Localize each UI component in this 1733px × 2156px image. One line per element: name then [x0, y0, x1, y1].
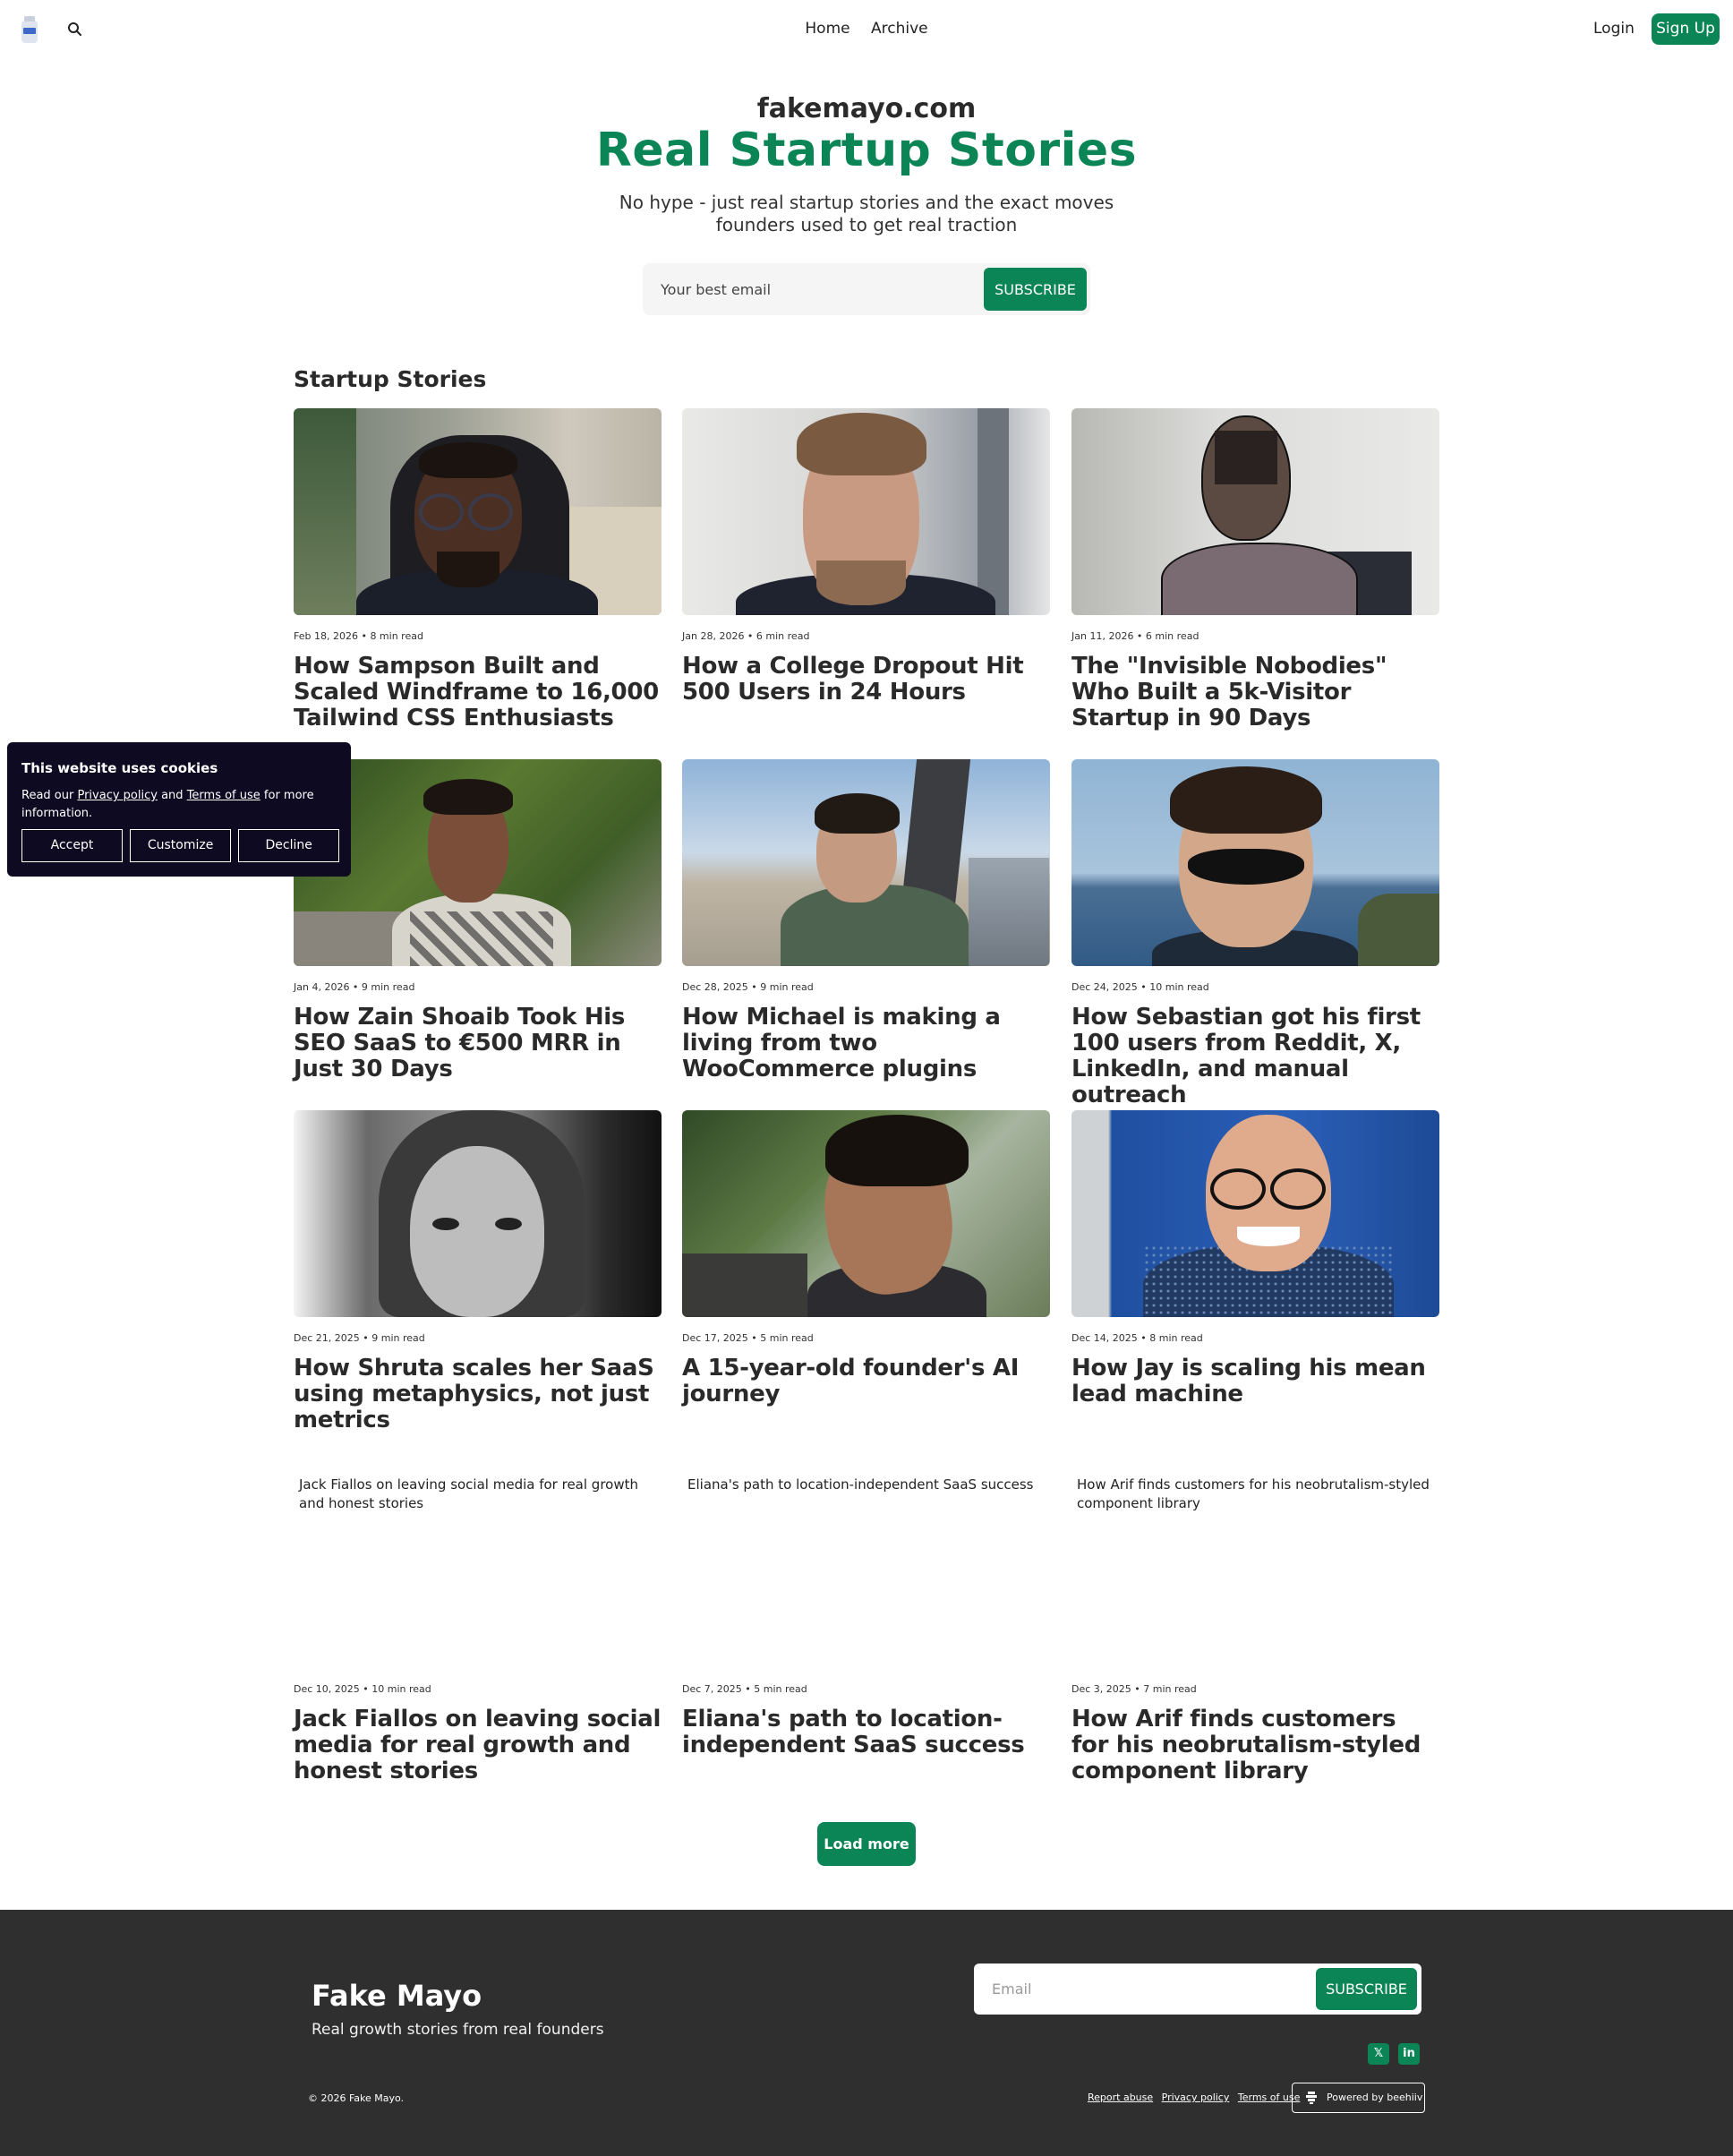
post-card[interactable]: Jack Fiallos on leaving social media for… [294, 1461, 662, 1784]
nav-archive-link[interactable]: Archive [871, 20, 928, 38]
post-card[interactable]: Dec 21, 2025 • 9 min read How Shruta sca… [294, 1110, 662, 1433]
post-thumbnail[interactable] [682, 759, 1050, 966]
post-thumbnail-alt-text[interactable]: Jack Fiallos on leaving social media for… [294, 1461, 662, 1668]
cookie-decline-button[interactable]: Decline [238, 829, 340, 862]
post-card[interactable]: Dec 17, 2025 • 5 min read A 15-year-old … [682, 1110, 1050, 1407]
post-meta: Dec 14, 2025 • 8 min read [1071, 1332, 1203, 1344]
load-more-button[interactable]: Load more [817, 1822, 916, 1866]
hero-subscribe-button[interactable]: SUBSCRIBE [984, 268, 1087, 311]
post-title[interactable]: How Michael is making a living from two … [682, 1005, 1050, 1082]
cookie-text: Read our Privacy policy and Terms of use… [21, 789, 314, 820]
post-card[interactable]: How Arif finds customers for his neobrut… [1071, 1461, 1439, 1784]
post-title[interactable]: How a College Dropout Hit 500 Users in 2… [682, 654, 1050, 706]
nav-home-link[interactable]: Home [805, 20, 849, 38]
post-thumbnail[interactable] [294, 1110, 662, 1317]
post-card[interactable]: Dec 28, 2025 • 9 min read How Michael is… [682, 759, 1050, 1082]
post-title[interactable]: How Zain Shoaib Took His SEO SaaS to €50… [294, 1005, 662, 1082]
post-card[interactable]: Jan 11, 2026 • 6 min read The "Invisible… [1071, 408, 1439, 732]
post-title[interactable]: The "Invisible Nobodies" Who Built a 5k-… [1071, 654, 1439, 732]
post-thumbnail[interactable] [1071, 408, 1439, 615]
footer: Fake Mayo Real growth stories from real … [0, 1910, 1733, 2156]
copyright: © 2026 Fake Mayo. [308, 2092, 405, 2104]
post-title[interactable]: A 15-year-old founder's AI journey [682, 1356, 1050, 1407]
beehiiv-icon [1306, 2092, 1317, 2104]
site-domain: fakemayo.com [756, 93, 977, 124]
login-link[interactable]: Login [1593, 20, 1635, 38]
post-thumbnail-alt-text[interactable]: Eliana's path to location-independent Sa… [682, 1461, 1050, 1668]
hero-title: Real Startup Stories [595, 124, 1138, 177]
footer-brand: Fake Mayo [312, 1979, 482, 2013]
privacy-policy-link[interactable]: Privacy policy [1162, 2092, 1230, 2103]
cookie-title: This website uses cookies [21, 760, 218, 776]
post-meta: Dec 17, 2025 • 5 min read [682, 1332, 814, 1344]
cookie-terms-link[interactable]: Terms of use [187, 789, 260, 802]
post-meta: Jan 28, 2026 • 6 min read [682, 630, 810, 642]
post-card[interactable]: Dec 24, 2025 • 10 min read How Sebastian… [1071, 759, 1439, 1108]
post-title[interactable]: How Sampson Built and Scaled Windframe t… [294, 654, 662, 732]
post-thumbnail[interactable] [1071, 759, 1439, 966]
post-thumbnail[interactable] [682, 408, 1050, 615]
x-icon[interactable]: 𝕏 [1368, 2043, 1389, 2065]
post-title[interactable]: How Jay is scaling his mean lead machine [1071, 1356, 1439, 1407]
post-meta: Dec 24, 2025 • 10 min read [1071, 981, 1209, 993]
post-meta: Dec 10, 2025 • 10 min read [294, 1683, 431, 1695]
cookie-banner: This website uses cookies Read our Priva… [7, 742, 351, 877]
post-meta: Dec 28, 2025 • 9 min read [682, 981, 814, 993]
hero-subtitle: No hype - just real startup stories and … [619, 192, 1114, 235]
section-title: Startup Stories [294, 366, 487, 392]
report-abuse-link[interactable]: Report abuse [1088, 2092, 1153, 2103]
post-title[interactable]: How Shruta scales her SaaS using metaphy… [294, 1356, 662, 1433]
post-title[interactable]: How Sebastian got his first 100 users fr… [1071, 1005, 1439, 1108]
footer-tagline: Real growth stories from real founders [312, 2021, 604, 2039]
post-title[interactable]: Eliana's path to location-independent Sa… [682, 1707, 1050, 1758]
post-meta: Jan 4, 2026 • 9 min read [294, 981, 415, 993]
cookie-accept-button[interactable]: Accept [21, 829, 123, 862]
footer-links: Report abuse Privacy policy Terms of use [1088, 2092, 1305, 2103]
post-meta: Feb 18, 2026 • 8 min read [294, 630, 423, 642]
cookie-customize-button[interactable]: Customize [130, 829, 232, 862]
post-meta: Dec 21, 2025 • 9 min read [294, 1332, 425, 1344]
post-thumbnail-alt-text[interactable]: How Arif finds customers for his neobrut… [1071, 1461, 1439, 1668]
post-meta: Dec 3, 2025 • 7 min read [1071, 1683, 1197, 1695]
post-card[interactable]: Jan 28, 2026 • 6 min read How a College … [682, 408, 1050, 706]
main-nav: Home Archive [0, 20, 1733, 38]
post-thumbnail[interactable] [682, 1110, 1050, 1317]
hero-email-input[interactable] [643, 263, 974, 315]
post-card[interactable]: Feb 18, 2026 • 8 min read How Sampson Bu… [294, 408, 662, 732]
powered-by-text: Powered by beehiiv [1327, 2092, 1423, 2103]
top-nav: Home Archive Login Sign Up [0, 0, 1733, 61]
post-card[interactable]: Eliana's path to location-independent Sa… [682, 1461, 1050, 1758]
post-thumbnail[interactable] [294, 408, 662, 615]
post-title[interactable]: Jack Fiallos on leaving social media for… [294, 1707, 662, 1784]
post-thumbnail[interactable] [1071, 1110, 1439, 1317]
terms-of-use-link[interactable]: Terms of use [1238, 2092, 1300, 2103]
footer-subscribe-form: SUBSCRIBE [974, 1964, 1421, 2015]
post-meta: Jan 11, 2026 • 6 min read [1071, 630, 1199, 642]
signup-button[interactable]: Sign Up [1652, 13, 1720, 45]
post-title[interactable]: How Arif finds customers for his neobrut… [1071, 1707, 1439, 1784]
post-meta: Dec 7, 2025 • 5 min read [682, 1683, 807, 1695]
footer-subscribe-button[interactable]: SUBSCRIBE [1316, 1968, 1417, 2010]
footer-email-input[interactable] [974, 1964, 1305, 2015]
post-card[interactable]: Dec 14, 2025 • 8 min read How Jay is sca… [1071, 1110, 1439, 1407]
hero-subscribe-form: SUBSCRIBE [643, 263, 1090, 315]
powered-by-beehiiv-badge[interactable]: Powered by beehiiv [1292, 2083, 1425, 2113]
cookie-privacy-link[interactable]: Privacy policy [77, 789, 157, 802]
linkedin-icon[interactable]: in [1398, 2043, 1420, 2065]
